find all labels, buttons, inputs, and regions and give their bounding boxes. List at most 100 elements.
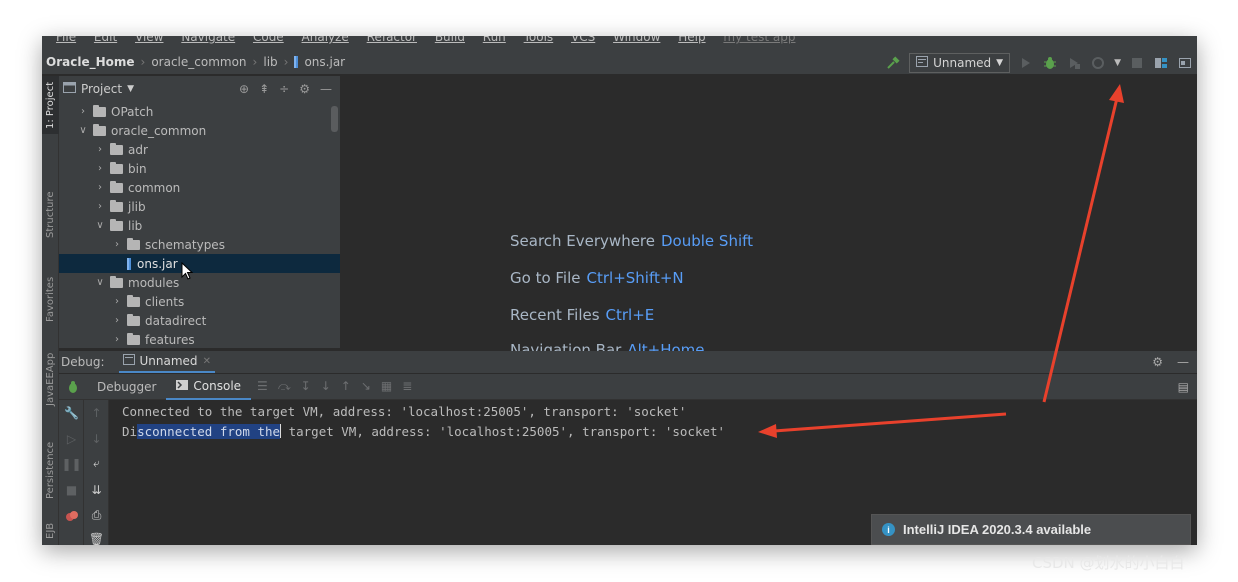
collapse-all-icon[interactable]: ÷ [279, 82, 289, 96]
tab-console[interactable]: Console [166, 374, 252, 400]
menu-refactor[interactable]: Refactor [367, 36, 417, 44]
breakpoints-icon[interactable] [64, 508, 79, 523]
chevron-right-icon[interactable]: › [110, 315, 124, 326]
build-hammer-icon[interactable] [885, 55, 901, 71]
more-run-options-icon[interactable]: ▼ [1114, 58, 1121, 68]
scroll-down-icon[interactable]: ↓ [89, 431, 104, 446]
step-into-icon[interactable]: ↓ [321, 379, 331, 394]
tree-node[interactable]: › jlib [59, 197, 340, 216]
trace-icon[interactable]: ≣ [402, 379, 412, 394]
minimize-icon[interactable]: — [320, 82, 332, 96]
tab-persistence[interactable]: Persistence [42, 432, 59, 508]
tree-node[interactable]: › features [59, 330, 340, 348]
chevron-right-icon[interactable]: › [93, 144, 107, 155]
profile-icon[interactable] [1090, 55, 1106, 71]
menu-tools[interactable]: Tools [524, 36, 554, 44]
menu-code[interactable]: Code [253, 36, 284, 44]
tab-javaeeapp[interactable]: JavaEEApp [42, 342, 59, 416]
editor-area[interactable]: Search Everywhere Double Shift Go to File… [340, 76, 1197, 359]
menu-file[interactable]: File [56, 36, 76, 44]
debug-bug-icon[interactable] [65, 379, 81, 394]
selected-text: sconnected from the [137, 424, 281, 439]
chevron-right-icon[interactable]: › [93, 182, 107, 193]
scroll-to-end-icon[interactable]: ⇊ [89, 482, 104, 497]
coverage-icon[interactable] [1066, 55, 1082, 71]
run-icon[interactable] [1018, 55, 1034, 71]
tab-project[interactable]: 1: Project [42, 76, 59, 134]
gear-icon[interactable]: ⚙ [1152, 355, 1163, 369]
tree-node[interactable]: › OPatch [59, 102, 340, 121]
project-structure-icon[interactable] [1153, 55, 1169, 71]
run-to-cursor-icon[interactable]: ↘ [361, 379, 371, 394]
chevron-down-icon: ▼ [996, 58, 1004, 68]
tree-node[interactable]: ons.jar [59, 254, 340, 273]
locate-file-icon[interactable]: ⊕ [239, 82, 249, 96]
hint-go-to-file: Go to File Ctrl+Shift+N [510, 269, 684, 287]
menu-help[interactable]: Help [678, 36, 705, 44]
debug-session-tab[interactable]: Unnamed ✕ [118, 351, 215, 373]
menu-view[interactable]: View [135, 36, 163, 44]
chevron-down-icon[interactable]: ∨ [93, 220, 107, 231]
show-execution-point-icon[interactable]: ⤼ [278, 379, 291, 394]
menu-vcs[interactable]: VCS [571, 36, 595, 44]
chevron-down-icon[interactable]: ▼ [127, 84, 134, 94]
tree-node[interactable]: › schematypes [59, 235, 340, 254]
soft-wrap-icon[interactable]: ⤶ [89, 456, 104, 471]
stop-icon[interactable] [1129, 55, 1145, 71]
stop-icon[interactable]: ■ [64, 482, 79, 497]
tab-favorites[interactable]: Favorites [42, 264, 59, 334]
menu-run[interactable]: Run [483, 36, 506, 44]
pause-icon[interactable]: ❚❚ [61, 456, 81, 471]
chevron-right-icon[interactable]: › [93, 163, 107, 174]
minimize-icon[interactable]: — [1177, 355, 1189, 369]
chevron-right-icon[interactable]: › [110, 334, 124, 345]
wrench-icon[interactable]: 🔧 [64, 405, 79, 420]
menu-navigate[interactable]: Navigate [181, 36, 235, 44]
breadcrumb-file[interactable]: ons.jar [304, 55, 345, 69]
update-notification[interactable]: i IntelliJ IDEA 2020.3.4 available [871, 514, 1191, 545]
tree-node-label: lib [128, 218, 143, 233]
menu-edit[interactable]: Edit [94, 36, 117, 44]
tree-node[interactable]: › adr [59, 140, 340, 159]
menu-window[interactable]: Window [613, 36, 660, 44]
breadcrumb-oracle-common[interactable]: oracle_common [151, 55, 246, 69]
tab-ejb[interactable]: EJB [42, 516, 59, 545]
chevron-down-icon[interactable]: ∨ [76, 125, 90, 136]
chevron-right-icon[interactable]: › [76, 106, 90, 117]
tab-structure[interactable]: Structure [42, 180, 59, 250]
tree-scrollbar[interactable] [331, 106, 338, 132]
breadcrumb-lib[interactable]: lib [263, 55, 277, 69]
gear-icon[interactable]: ⚙ [299, 82, 310, 96]
breadcrumb-root[interactable]: Oracle_Home [46, 55, 135, 69]
chevron-right-icon[interactable]: › [110, 239, 124, 250]
debug-bug-icon[interactable] [1042, 55, 1058, 71]
menu-analyze[interactable]: Analyze [302, 36, 349, 44]
step-over-icon[interactable]: ↧ [301, 379, 311, 394]
chevron-right-icon[interactable]: › [110, 296, 124, 307]
tree-node[interactable]: ∨ modules [59, 273, 340, 292]
clear-all-icon[interactable]: 🗑 [89, 531, 104, 546]
close-icon[interactable]: ✕ [203, 356, 211, 367]
tree-node[interactable]: › bin [59, 159, 340, 178]
mouse-cursor-icon [181, 262, 194, 280]
tab-debugger[interactable]: Debugger [87, 374, 166, 400]
run-config-selector[interactable]: Unnamed ▼ [909, 53, 1011, 73]
tree-node[interactable]: › datadirect [59, 311, 340, 330]
toggle-window-icon[interactable] [1177, 55, 1193, 71]
resume-icon[interactable]: ▷ [64, 431, 79, 446]
evaluate-icon[interactable]: ▦ [381, 379, 392, 394]
chevron-down-icon[interactable]: ∨ [93, 277, 107, 288]
tree-node[interactable]: › common [59, 178, 340, 197]
menu-build[interactable]: Build [435, 36, 465, 44]
scroll-up-icon[interactable]: ↑ [89, 405, 104, 420]
layout-icon[interactable]: ☰ [257, 379, 268, 394]
project-panel-title[interactable]: Project [81, 82, 122, 96]
tree-node[interactable]: ∨ lib [59, 216, 340, 235]
print-icon[interactable]: ⎙ [89, 508, 104, 523]
restore-layout-icon[interactable]: ▤ [1178, 380, 1189, 394]
chevron-right-icon[interactable]: › [93, 201, 107, 212]
tree-node[interactable]: ∨ oracle_common [59, 121, 340, 140]
expand-all-icon[interactable]: ⇞ [259, 82, 269, 96]
step-out-icon[interactable]: ↑ [341, 379, 351, 394]
tree-node[interactable]: › clients [59, 292, 340, 311]
